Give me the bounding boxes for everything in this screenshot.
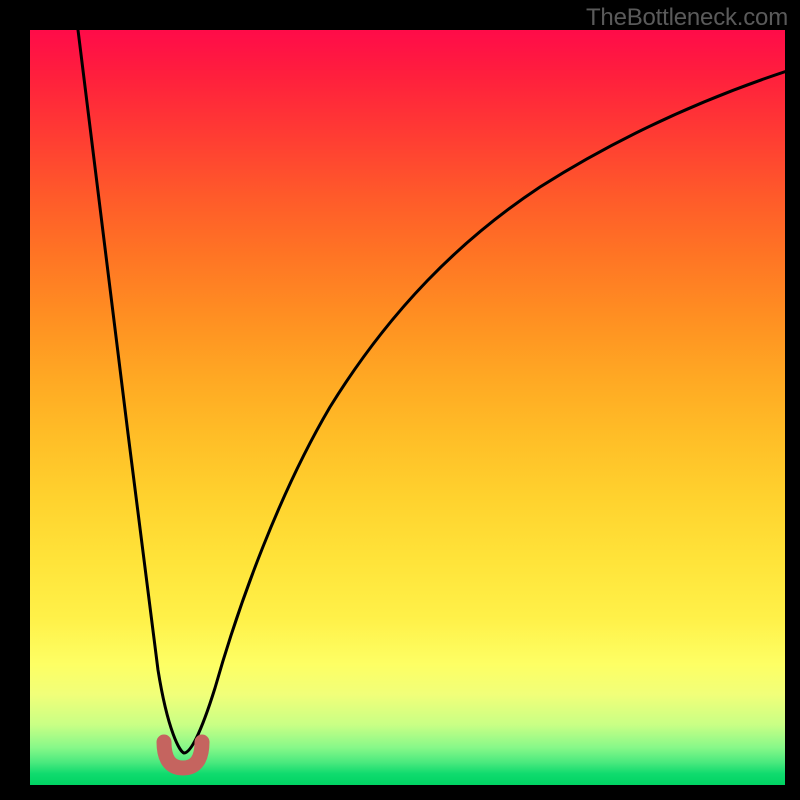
curve-layer	[30, 30, 785, 785]
watermark-text: TheBottleneck.com	[586, 4, 788, 32]
outer-frame: TheBottleneck.com	[0, 0, 800, 800]
plot-area	[30, 30, 785, 785]
bottleneck-curve	[78, 30, 785, 753]
minimum-marker	[164, 742, 202, 768]
